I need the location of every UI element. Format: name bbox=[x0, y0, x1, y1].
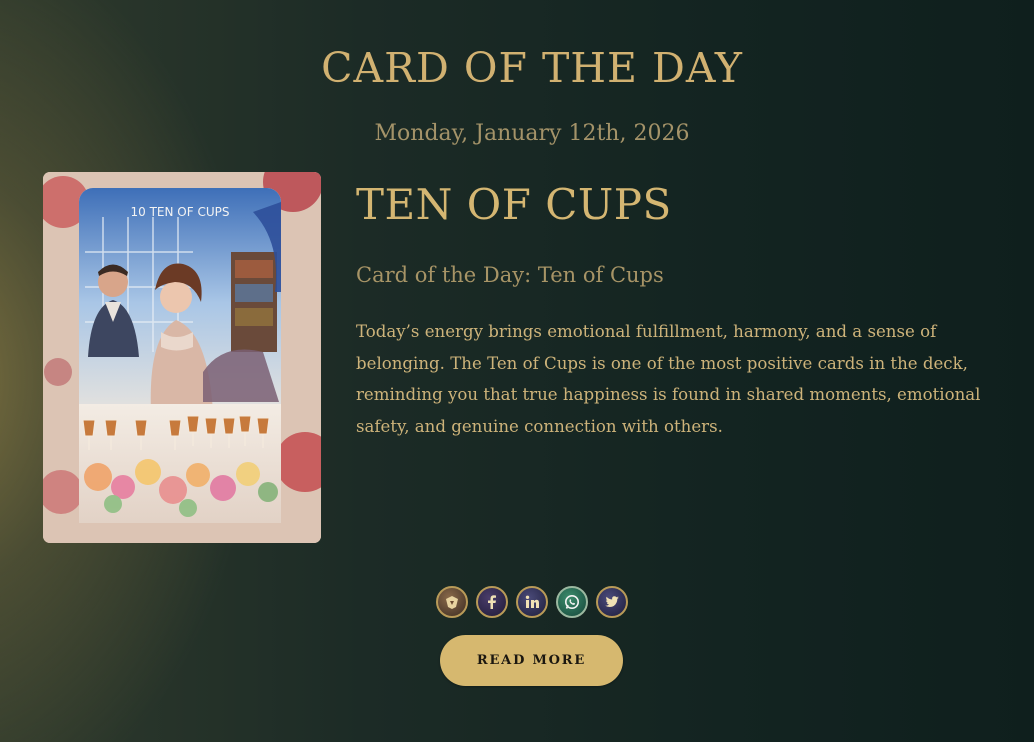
twitter-icon[interactable] bbox=[596, 586, 628, 618]
facebook-icon[interactable] bbox=[476, 586, 508, 618]
read-more-button[interactable]: READ MORE bbox=[440, 635, 623, 686]
card-subtitle: Card of the Day: Ten of Cups bbox=[356, 263, 664, 287]
linkedin-icon[interactable] bbox=[516, 586, 548, 618]
page-date: Monday, January 12th, 2026 bbox=[374, 121, 690, 146]
page-title: CARD OF THE DAY bbox=[321, 44, 743, 92]
card-description: Today’s energy brings emotional fulfillm… bbox=[356, 322, 981, 436]
tarot-card-image[interactable]: 10 TEN OF CUPS bbox=[43, 172, 321, 543]
whatsapp-icon[interactable] bbox=[556, 586, 588, 618]
share-icons bbox=[436, 586, 628, 618]
brand-logo-icon[interactable] bbox=[436, 586, 468, 618]
card-image-label: 10 TEN OF CUPS bbox=[131, 205, 230, 219]
card-name: TEN OF CUPS bbox=[356, 180, 672, 229]
